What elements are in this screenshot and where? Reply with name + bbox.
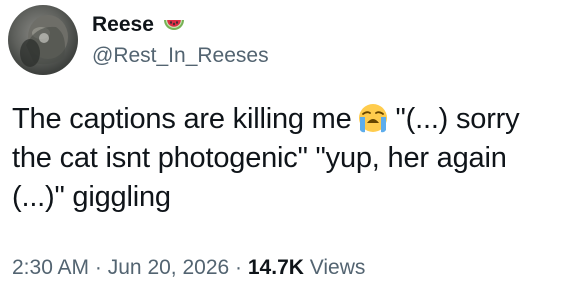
tweet-text-segment: "(...) sorry xyxy=(395,103,520,135)
meta-separator: · xyxy=(235,256,243,279)
tweet-header: Reese @Rest_In_Reeses xyxy=(8,5,269,75)
tweet-card: Reese @Rest_In_Reeses The captions are k… xyxy=(0,0,566,294)
name-row: Reese xyxy=(92,12,269,38)
tweet-text-line-2: the cat isnt photogenic" "yup, her again xyxy=(12,142,507,174)
meta-separator: · xyxy=(94,256,102,279)
avatar[interactable] xyxy=(8,5,78,75)
display-name[interactable]: Reese xyxy=(92,13,154,37)
avatar-photo xyxy=(20,15,68,67)
views-count[interactable]: 14.7K xyxy=(248,256,304,279)
tweet-text: The captions are killing me "(...) sorry… xyxy=(12,100,557,217)
tweet-meta: 2:30 AM · Jun 20, 2026 · 14.7K Views xyxy=(12,256,365,280)
tweet-text-line-3: (...)" giggling xyxy=(12,181,171,213)
tweet-text-segment: The captions are killing me xyxy=(12,103,352,135)
loudly-crying-face-icon xyxy=(356,102,390,134)
views-label[interactable]: Views xyxy=(310,256,366,279)
author-handle[interactable]: @Rest_In_Reeses xyxy=(92,44,269,68)
tweet-date[interactable]: Jun 20, 2026 xyxy=(108,256,229,279)
author-names: Reese @Rest_In_Reeses xyxy=(92,12,269,68)
tweet-time[interactable]: 2:30 AM xyxy=(12,256,89,279)
watermelon-icon xyxy=(162,13,186,37)
tweet-text-line-1: The captions are killing me "(...) sorry xyxy=(12,100,557,139)
